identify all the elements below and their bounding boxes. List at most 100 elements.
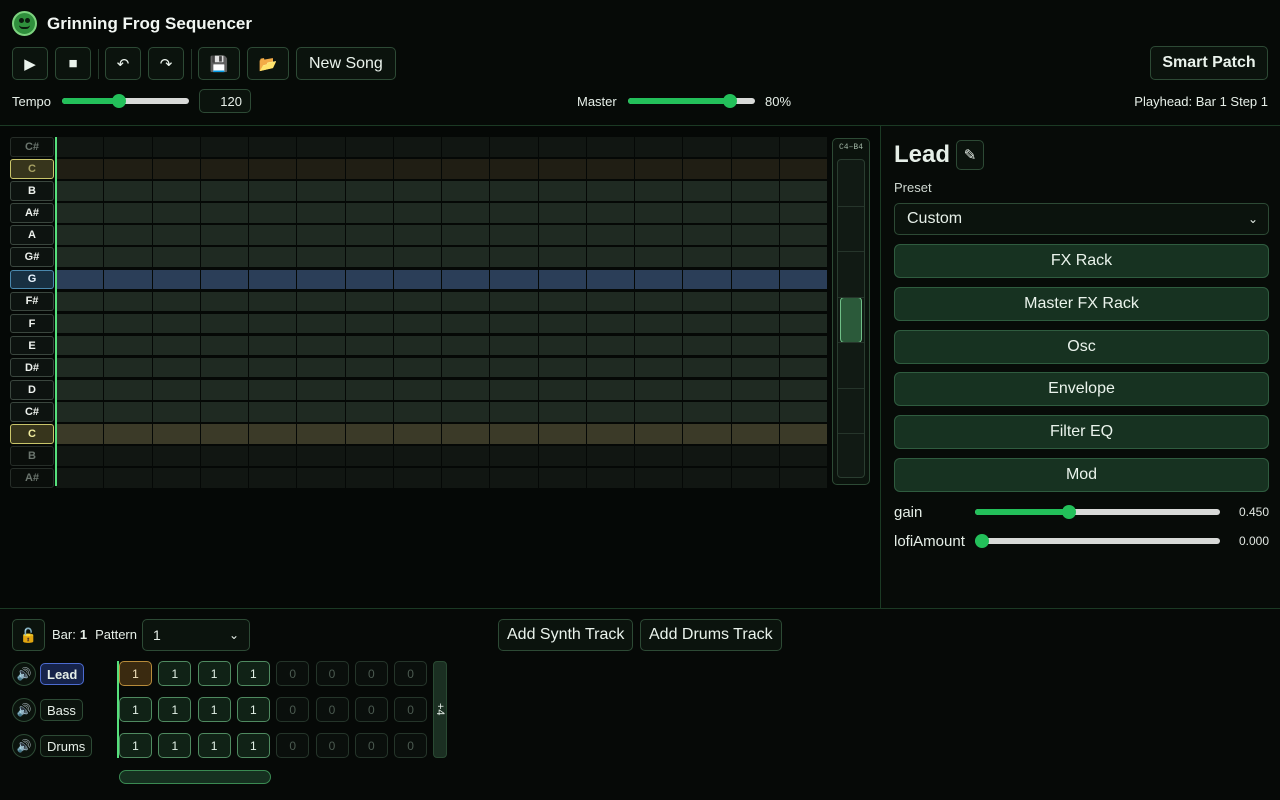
step-cell[interactable] — [442, 424, 490, 444]
step-cell[interactable] — [490, 468, 538, 488]
step-cell[interactable] — [538, 203, 586, 223]
step-cell[interactable] — [635, 446, 683, 466]
step-cell[interactable] — [56, 225, 104, 245]
step-cell[interactable] — [249, 468, 297, 488]
step-cell[interactable] — [779, 181, 827, 201]
step-cell[interactable] — [586, 203, 634, 223]
step-cell[interactable] — [345, 446, 393, 466]
step-cell[interactable] — [297, 291, 345, 312]
step-cell[interactable] — [635, 402, 683, 422]
step-cell[interactable] — [297, 313, 345, 334]
step-cell[interactable] — [393, 203, 441, 223]
step-cell[interactable] — [635, 247, 683, 267]
step-cell[interactable] — [442, 225, 490, 245]
step-cell[interactable] — [683, 225, 731, 245]
step-cell[interactable] — [200, 159, 248, 179]
step-cell[interactable] — [249, 203, 297, 223]
piano-key-label[interactable]: F — [10, 313, 54, 334]
piano-key-label[interactable]: D# — [10, 357, 54, 378]
step-cell[interactable] — [345, 269, 393, 290]
step-cell[interactable] — [104, 424, 152, 444]
step-cell[interactable] — [249, 225, 297, 245]
step-cell[interactable] — [249, 181, 297, 201]
step-cell[interactable] — [393, 313, 441, 334]
step-cell[interactable] — [538, 402, 586, 422]
step-cell[interactable] — [345, 424, 393, 444]
param-slider[interactable] — [975, 505, 1220, 519]
step-cell[interactable] — [249, 446, 297, 466]
pattern-cell[interactable]: 1 — [158, 733, 192, 758]
arranger-horizontal-scrollbar[interactable] — [119, 770, 271, 784]
step-cell[interactable] — [56, 203, 104, 223]
step-cell[interactable] — [152, 402, 200, 422]
step-cell[interactable] — [683, 468, 731, 488]
piano-key-label[interactable]: A# — [10, 468, 54, 488]
pattern-cell[interactable]: 1 — [158, 661, 192, 686]
step-cell[interactable] — [345, 181, 393, 201]
pattern-cell[interactable]: 0 — [315, 733, 349, 758]
track-name-button[interactable]: Drums — [40, 735, 93, 757]
pattern-cell[interactable]: 0 — [394, 661, 428, 686]
step-cell[interactable] — [393, 402, 441, 422]
step-cell[interactable] — [442, 181, 490, 201]
pattern-cell[interactable]: 1 — [236, 733, 270, 758]
step-cell[interactable] — [586, 181, 634, 201]
step-cell[interactable] — [635, 137, 683, 157]
step-cell[interactable] — [104, 137, 152, 157]
step-cell[interactable] — [731, 313, 779, 334]
step-cell[interactable] — [249, 313, 297, 334]
step-cell[interactable] — [490, 269, 538, 290]
step-cell[interactable] — [442, 159, 490, 179]
step-cell[interactable] — [200, 247, 248, 267]
step-cell[interactable] — [635, 203, 683, 223]
step-cell[interactable] — [586, 225, 634, 245]
step-cell[interactable] — [538, 380, 586, 400]
piano-key-label[interactable]: C — [10, 159, 54, 179]
step-cell[interactable] — [297, 380, 345, 400]
step-cell[interactable] — [104, 335, 152, 356]
octave-range-scroller[interactable]: C4–B4 — [832, 138, 870, 485]
pattern-cell[interactable]: 1 — [119, 661, 152, 686]
new-song-button[interactable]: New Song — [296, 47, 396, 80]
step-cell[interactable] — [393, 225, 441, 245]
step-cell[interactable] — [393, 159, 441, 179]
step-cell[interactable] — [635, 269, 683, 290]
pattern-select[interactable]: 1 ⌄ — [142, 619, 250, 651]
step-cell[interactable] — [538, 269, 586, 290]
step-cell[interactable] — [56, 181, 104, 201]
step-cell[interactable] — [104, 225, 152, 245]
step-cell[interactable] — [586, 446, 634, 466]
step-cell[interactable] — [56, 313, 104, 334]
step-cell[interactable] — [393, 247, 441, 267]
step-cell[interactable] — [779, 159, 827, 179]
step-cell[interactable] — [683, 357, 731, 378]
pattern-cell[interactable]: 0 — [315, 697, 349, 722]
step-cell[interactable] — [635, 424, 683, 444]
step-cell[interactable] — [200, 291, 248, 312]
step-cell[interactable] — [586, 269, 634, 290]
step-cell[interactable] — [393, 335, 441, 356]
piano-roll-grid[interactable]: C# C B A# A G# G F# F E D# D C# C B A# — [10, 137, 828, 491]
step-cell[interactable] — [683, 291, 731, 312]
step-cell[interactable] — [393, 468, 441, 488]
step-cell[interactable] — [249, 291, 297, 312]
step-cell[interactable] — [538, 181, 586, 201]
param-slider[interactable] — [975, 534, 1220, 548]
step-cell[interactable] — [586, 137, 634, 157]
step-cell[interactable] — [683, 181, 731, 201]
step-cell[interactable] — [345, 380, 393, 400]
step-cell[interactable] — [249, 137, 297, 157]
piano-key-label[interactable]: B — [10, 181, 54, 201]
step-cell[interactable] — [586, 247, 634, 267]
step-cell[interactable] — [442, 137, 490, 157]
step-cell[interactable] — [200, 269, 248, 290]
step-cell[interactable] — [393, 380, 441, 400]
step-cell[interactable] — [490, 291, 538, 312]
play-button[interactable]: ▶ — [12, 47, 48, 80]
tempo-slider[interactable] — [62, 94, 189, 108]
step-cell[interactable] — [56, 291, 104, 312]
save-button[interactable]: 💾 — [198, 47, 240, 80]
step-cell[interactable] — [635, 181, 683, 201]
step-cell[interactable] — [56, 247, 104, 267]
piano-key-label[interactable]: E — [10, 335, 54, 356]
